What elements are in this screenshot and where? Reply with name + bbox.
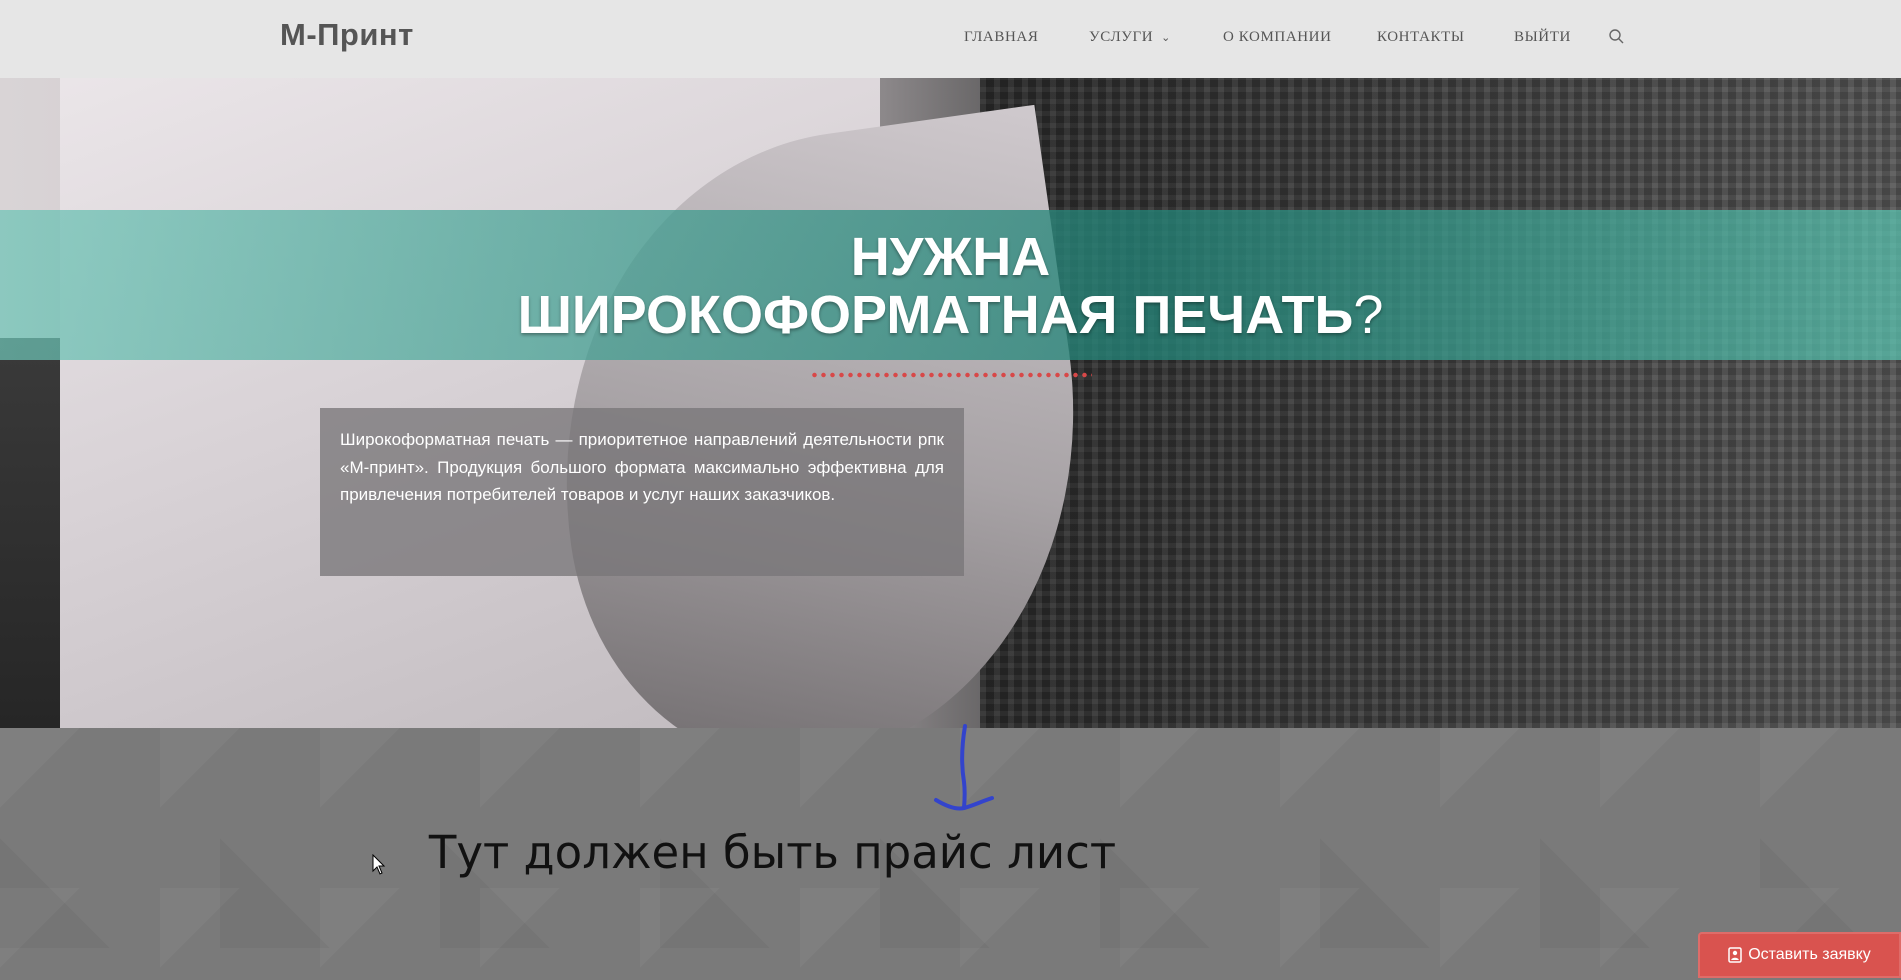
hero-title-mark: ? xyxy=(1353,285,1384,345)
nav-item-services[interactable]: УСЛУГИ ⌄ xyxy=(1089,29,1171,46)
hero-title: НУЖНА ШИРОКОФОРМАТНАЯ ПЕЧАТЬ? xyxy=(0,228,1901,344)
nav-item-about[interactable]: О КОМПАНИИ xyxy=(1223,29,1332,46)
nav-label: ГЛАВНАЯ xyxy=(964,29,1039,45)
nav-label: ВЫЙТИ xyxy=(1514,29,1571,45)
nav-item-contacts[interactable]: КОНТАКТЫ xyxy=(1377,29,1465,46)
annotation-text: Тут должен быть прайс лист xyxy=(428,826,1117,879)
nav-label: О КОМПАНИИ xyxy=(1223,29,1332,45)
nav-label: УСЛУГИ xyxy=(1089,29,1154,45)
hero-title-line2: ШИРОКОФОРМАТНАЯ ПЕЧАТЬ xyxy=(517,285,1354,345)
nav-item-logout[interactable]: ВЫЙТИ xyxy=(1514,29,1571,46)
chevron-down-icon: ⌄ xyxy=(1161,32,1171,44)
leave-request-label: Оставить заявку xyxy=(1748,946,1871,963)
site-logo[interactable]: М-Принт xyxy=(280,17,414,53)
site-header: М-Принт ГЛАВНАЯ УСЛУГИ ⌄ О КОМПАНИИ КОНТА… xyxy=(0,0,1901,79)
nav-item-home[interactable]: ГЛАВНАЯ xyxy=(964,29,1038,46)
hero-banner: НУЖНА ШИРОКОФОРМАТНАЯ ПЕЧАТЬ? Широкоформ… xyxy=(0,78,1901,728)
intro-text: Широкоформатная печать — приоритетное на… xyxy=(340,430,944,504)
mouse-cursor-icon xyxy=(372,854,386,875)
person-badge-icon xyxy=(1728,947,1742,963)
city-background-image xyxy=(980,78,1901,728)
intro-box: Широкоформатная печать — приоритетное на… xyxy=(320,408,964,576)
leave-request-button[interactable]: Оставить заявку xyxy=(1698,932,1901,978)
search-icon[interactable] xyxy=(1608,28,1626,46)
nav-label: КОНТАКТЫ xyxy=(1377,29,1465,45)
dotted-divider xyxy=(810,372,1092,378)
hero-title-line1: НУЖНА xyxy=(850,227,1051,287)
down-arrow-annotation xyxy=(934,724,994,811)
